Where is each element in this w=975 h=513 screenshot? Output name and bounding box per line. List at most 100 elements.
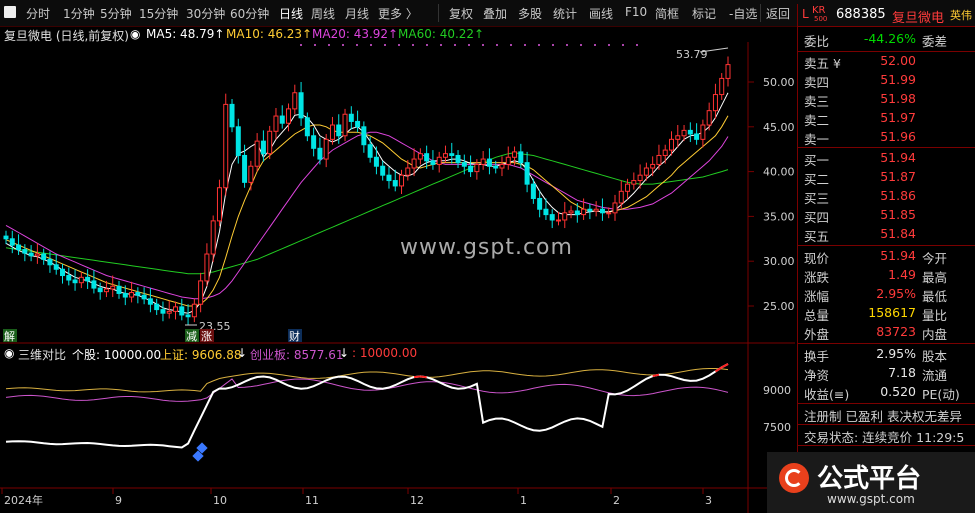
x-tick-label: 12 bbox=[410, 494, 424, 507]
toolbar-item[interactable]: 周线 bbox=[311, 5, 335, 22]
toolbar-item[interactable]: 60分钟 bbox=[230, 5, 269, 22]
ask-row: 卖一 51.96 bbox=[798, 128, 975, 147]
stock-outperform-segment bbox=[714, 366, 723, 373]
stat-label2: 流通 bbox=[922, 368, 948, 383]
toolbar-item[interactable]: 30分钟 bbox=[186, 5, 225, 22]
candle bbox=[191, 303, 197, 318]
dot bbox=[300, 44, 302, 46]
candle bbox=[417, 153, 423, 160]
stat-row: 换手 2.95% 股本 bbox=[798, 345, 975, 364]
candle bbox=[725, 64, 731, 79]
toolbar-item[interactable]: -自选 bbox=[729, 5, 757, 22]
ask-price[interactable]: 51.96 bbox=[880, 129, 916, 144]
marker-jian[interactable]: 减 bbox=[186, 330, 197, 343]
candle bbox=[103, 288, 109, 293]
marker-cai[interactable]: 财 bbox=[289, 329, 300, 343]
candle bbox=[650, 163, 656, 169]
candle bbox=[60, 268, 66, 277]
candle bbox=[612, 202, 618, 214]
candle bbox=[210, 220, 216, 255]
sub-tick-label: 9000 bbox=[763, 384, 791, 397]
toolbar-separator bbox=[760, 4, 761, 22]
candle bbox=[455, 154, 461, 164]
toolbar-item[interactable]: 复权 bbox=[449, 5, 473, 22]
ask-price[interactable]: 52.00 bbox=[880, 53, 916, 68]
dot bbox=[398, 44, 400, 46]
x-tick-label: 9 bbox=[115, 494, 122, 507]
candle bbox=[304, 117, 310, 137]
marker-zhang[interactable]: 涨 bbox=[201, 330, 212, 343]
candle bbox=[204, 253, 210, 282]
toolbar-item[interactable]: 统计 bbox=[553, 5, 577, 22]
toolbar-item[interactable]: 标记 bbox=[692, 5, 716, 22]
price-chart[interactable]: 50.00 45.00 40.00 35.00 30.00 25.00 9000 7500 20… bbox=[0, 42, 795, 513]
ask-price[interactable]: 51.97 bbox=[880, 110, 916, 125]
ask-label: 卖四 bbox=[804, 75, 830, 90]
toolbar-item[interactable]: 1分钟 bbox=[63, 5, 95, 22]
toolbar-item[interactable]: 画线 bbox=[589, 5, 613, 22]
ask-label: 卖三 bbox=[804, 94, 830, 109]
brand-overlay: 公式平台 www.gspt.com bbox=[767, 452, 975, 513]
dot bbox=[356, 44, 358, 46]
toolbar-item[interactable]: 日线 bbox=[279, 5, 303, 22]
dot bbox=[622, 44, 624, 46]
toolbar-item[interactable]: 5分钟 bbox=[100, 5, 132, 22]
bid-price[interactable]: 51.87 bbox=[880, 169, 916, 184]
candle bbox=[116, 285, 122, 294]
marker-jie[interactable]: 解 bbox=[4, 329, 15, 343]
candle bbox=[568, 210, 574, 214]
ask-price[interactable]: 51.98 bbox=[880, 91, 916, 106]
x-tick-label: 2 bbox=[613, 494, 620, 507]
candle bbox=[512, 151, 518, 158]
toolbar-item[interactable]: 多股 bbox=[518, 5, 542, 22]
candle bbox=[468, 165, 474, 173]
webi-label2: 委差 bbox=[922, 34, 948, 49]
watermark: www.gspt.com bbox=[400, 235, 573, 260]
menu-icon[interactable] bbox=[4, 6, 16, 18]
ask-label: 卖五 ¥ bbox=[804, 56, 841, 71]
stock-tags: L KR 500 bbox=[802, 5, 827, 24]
candle bbox=[631, 180, 637, 185]
quote-value: 2.95% bbox=[876, 286, 916, 301]
candle bbox=[581, 208, 587, 216]
bid-label: 买五 bbox=[804, 229, 830, 244]
quote-row: 涨幅 2.95% 最低 bbox=[798, 285, 975, 304]
toolbar-item[interactable]: 叠加 bbox=[483, 5, 507, 22]
toolbar-item[interactable]: 返回 bbox=[766, 5, 790, 22]
toolbar-item[interactable]: 简框 bbox=[655, 5, 679, 22]
candle bbox=[656, 154, 662, 165]
ma-settings-icon[interactable]: ◉ bbox=[130, 27, 140, 41]
bid-price[interactable]: 51.94 bbox=[880, 150, 916, 165]
bid-price[interactable]: 51.86 bbox=[880, 188, 916, 203]
sub-tick-label: 7500 bbox=[763, 421, 791, 434]
candle bbox=[486, 158, 492, 167]
sub-settings-icon[interactable]: ◉ bbox=[4, 346, 14, 360]
candle bbox=[185, 314, 191, 318]
divider-line bbox=[798, 403, 975, 404]
ask-row: 卖四 51.99 bbox=[798, 71, 975, 90]
bid-price[interactable]: 51.85 bbox=[880, 207, 916, 222]
stat-label2: 股本 bbox=[922, 349, 948, 364]
toolbar-item[interactable]: 分时 bbox=[26, 5, 50, 22]
ask-price[interactable]: 51.99 bbox=[880, 72, 916, 87]
candle bbox=[599, 208, 605, 214]
dot bbox=[482, 44, 484, 46]
toolbar-item[interactable]: 更多 〉 bbox=[378, 5, 418, 22]
candle bbox=[687, 129, 693, 135]
toolbar-item[interactable]: 月线 bbox=[345, 5, 369, 22]
quote-label: 涨跌 bbox=[804, 270, 830, 285]
candle bbox=[411, 158, 417, 169]
quote-label2: 内盘 bbox=[922, 327, 948, 342]
toolbar-item[interactable]: F10 bbox=[625, 5, 647, 19]
toolbar-item[interactable]: 15分钟 bbox=[139, 5, 178, 22]
candle bbox=[336, 124, 342, 137]
corner-label: 英伟 bbox=[950, 9, 972, 22]
candle bbox=[637, 174, 643, 182]
bid-price[interactable]: 51.84 bbox=[880, 226, 916, 241]
high-annotation: 53.79 bbox=[676, 48, 708, 61]
bid-row: 买一 51.94 bbox=[798, 149, 975, 168]
candle bbox=[380, 165, 386, 176]
candle bbox=[499, 163, 505, 169]
divider-line bbox=[798, 445, 975, 446]
stock-code: 688385 bbox=[836, 7, 886, 22]
